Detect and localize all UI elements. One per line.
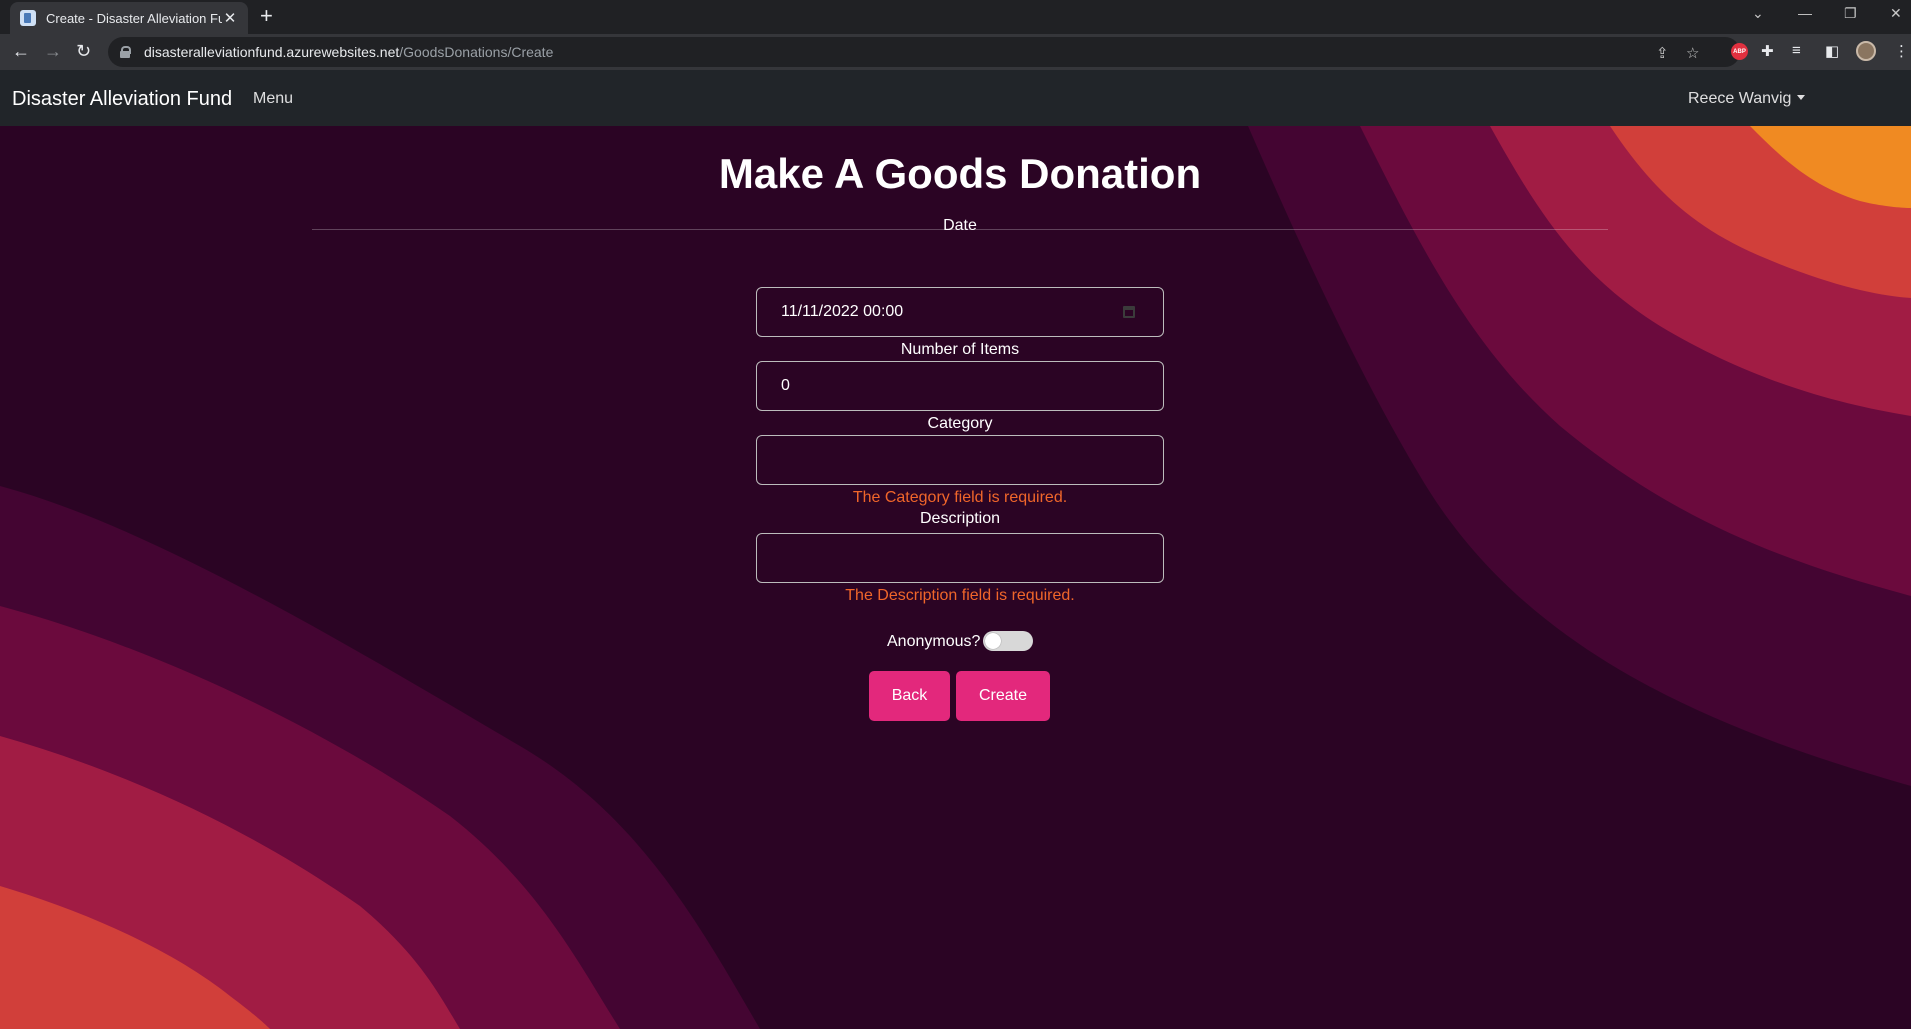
back-button[interactable]: Back: [869, 671, 950, 721]
brand-link[interactable]: Disaster Alleviation Fund: [12, 88, 232, 111]
description-input[interactable]: [756, 533, 1164, 583]
tab-search-icon[interactable]: ⌄: [1752, 5, 1764, 22]
url-text: disasteralleviationfund.azurewebsites.ne…: [144, 44, 554, 60]
date-value: 11/11/2022 00:00: [781, 303, 904, 320]
number-of-items-value: 0: [781, 377, 790, 394]
browser-toolbar: ← → ↻ disasteralleviationfund.azurewebsi…: [0, 34, 1911, 70]
extensions-puzzle-icon[interactable]: ✚: [1761, 42, 1774, 60]
description-error: The Description field is required.: [845, 587, 1075, 604]
tab-close-icon[interactable]: ✕: [222, 9, 238, 27]
category-label: Category: [927, 415, 993, 432]
restore-icon[interactable]: ❐: [1844, 5, 1857, 22]
bookmark-star-icon[interactable]: ☆: [1686, 44, 1699, 62]
anonymous-toggle[interactable]: [983, 631, 1033, 651]
anonymous-label: Anonymous?: [887, 633, 981, 650]
browser-tab[interactable]: Create - Disaster Alleviation Fund ✕: [10, 2, 248, 34]
site-favicon-icon: [20, 10, 36, 26]
site-navbar: Disaster Alleviation Fund Menu Reece Wan…: [0, 70, 1911, 126]
browser-tab-bar: Create - Disaster Alleviation Fund ✕ + ⌄…: [0, 0, 1911, 34]
side-panel-icon[interactable]: ◧: [1825, 42, 1839, 60]
date-label: Date: [943, 217, 977, 234]
reading-list-icon[interactable]: ≡: [1792, 42, 1801, 59]
nav-menu-link[interactable]: Menu: [253, 90, 293, 108]
chrome-menu-icon[interactable]: ⋮: [1894, 42, 1909, 60]
user-name: Reece Wanvig: [1688, 90, 1792, 107]
tab-title: Create - Disaster Alleviation Fund: [46, 10, 222, 26]
profile-avatar[interactable]: [1856, 41, 1876, 61]
new-tab-icon[interactable]: +: [260, 5, 273, 27]
page-body: Make A Goods Donation Date 11/11/2022 00…: [0, 126, 1911, 1029]
back-arrow-icon[interactable]: ←: [12, 41, 30, 61]
description-label: Description: [919, 510, 1001, 527]
minimize-icon[interactable]: —: [1798, 5, 1812, 21]
window-close-icon[interactable]: ✕: [1890, 5, 1902, 22]
calendar-icon[interactable]: [1123, 306, 1135, 318]
lock-icon: [120, 46, 131, 58]
caret-down-icon: [1797, 95, 1806, 100]
toggle-knob: [985, 633, 1001, 649]
user-dropdown[interactable]: Reece Wanvig: [1688, 90, 1806, 108]
number-of-items-label: Number of Items: [900, 341, 1020, 358]
forward-arrow-icon[interactable]: →: [44, 41, 62, 61]
address-bar[interactable]: disasteralleviationfund.azurewebsites.ne…: [108, 37, 1740, 67]
create-form: Make A Goods Donation Date 11/11/2022 00…: [0, 126, 1911, 1029]
page-title: Make A Goods Donation: [718, 150, 1202, 197]
create-button[interactable]: Create: [956, 671, 1050, 721]
share-icon[interactable]: ⇪: [1656, 44, 1669, 62]
date-input[interactable]: 11/11/2022 00:00: [756, 287, 1164, 337]
category-error: The Category field is required.: [852, 489, 1068, 506]
adblock-extension-icon[interactable]: ABP: [1731, 43, 1748, 60]
category-input[interactable]: [756, 435, 1164, 485]
reload-icon[interactable]: ↻: [76, 41, 91, 61]
number-of-items-input[interactable]: 0: [756, 361, 1164, 411]
